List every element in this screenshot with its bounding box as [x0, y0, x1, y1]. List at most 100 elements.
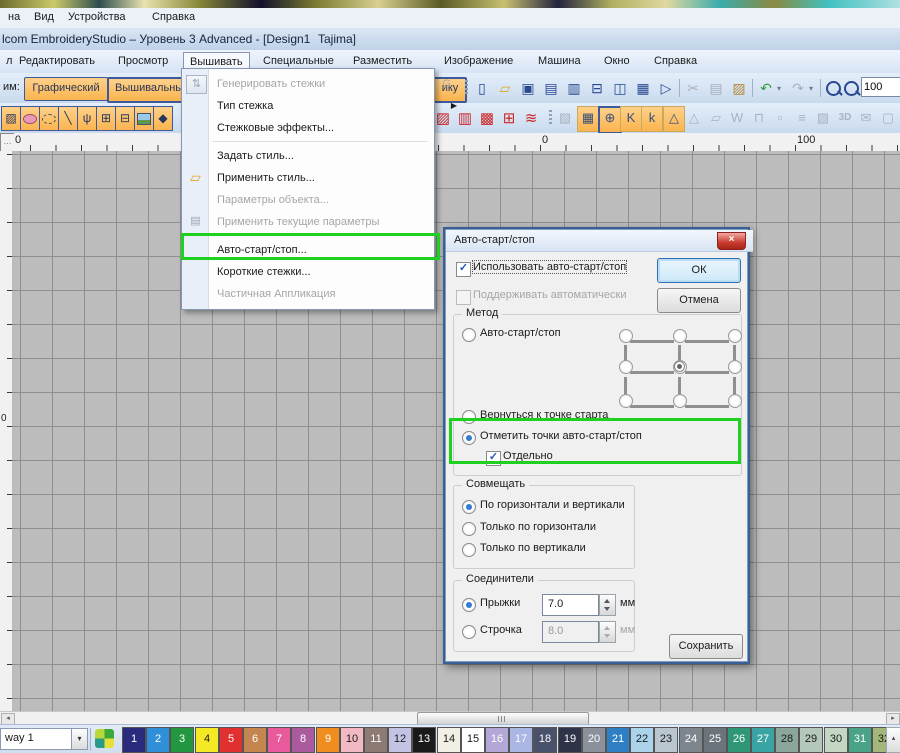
stitch-type-6-icon[interactable]: △ [663, 106, 685, 132]
color-swatch[interactable]: 27 [751, 727, 775, 753]
ok-button[interactable]: ОК [657, 258, 741, 283]
palette-scroll-up-icon[interactable]: ▴ [886, 727, 900, 753]
menu-image[interactable]: Изображение [439, 53, 518, 69]
stitch-type-7-icon[interactable]: △ [684, 106, 704, 130]
use-auto-start-stop-checkbox[interactable]: ✓ [456, 262, 471, 277]
stitch-type-9-icon[interactable]: W [727, 106, 747, 130]
jumps-radio[interactable] [462, 598, 476, 612]
palette-editor-icon[interactable] [95, 729, 114, 748]
jumps-spinner-icon[interactable] [599, 594, 616, 616]
redo-dropdown-icon[interactable]: ▾ [806, 78, 816, 100]
stitch-type-10-icon[interactable]: ⊓ [749, 106, 769, 130]
color-swatch[interactable]: 26 [727, 727, 751, 753]
color-swatch[interactable]: 30 [824, 727, 848, 753]
menu-item-define-style[interactable]: Задать стиль... [183, 145, 465, 167]
color-swatch[interactable]: 13 [412, 727, 436, 753]
dialog-titlebar[interactable]: Авто-старт/стоп [446, 230, 753, 252]
toolbar-grip[interactable] [549, 110, 552, 126]
align-horizontal-radio[interactable] [462, 522, 476, 536]
new-document-icon[interactable]: ▯ [472, 78, 492, 100]
stitch-type-16-icon[interactable]: ▢ [878, 106, 898, 130]
paste-icon[interactable]: ▨ [729, 78, 749, 100]
color-swatch[interactable]: 10 [340, 727, 364, 753]
color-swatch[interactable]: 4 [195, 727, 219, 753]
applique-icon[interactable]: ◆ [153, 106, 173, 131]
stitch-type-13-icon[interactable]: ▨ [813, 106, 833, 130]
color-swatch[interactable]: 9 [316, 727, 340, 753]
color-swatch[interactable]: 28 [775, 727, 799, 753]
menu-item-apply-style[interactable]: ▱ Применить стиль... [183, 167, 465, 189]
menu-arrange[interactable]: Разместить [348, 53, 417, 69]
cancel-button[interactable]: Отмена [657, 288, 741, 313]
menu-item-short-stitches[interactable]: Короткие стежки... [183, 261, 465, 283]
zoom-1to1-icon[interactable] [826, 81, 841, 96]
stitch-type-8-icon[interactable]: ▱ [706, 106, 726, 130]
align-vertical-radio[interactable] [462, 543, 476, 557]
export-machine-file-icon[interactable]: ▥ [564, 78, 584, 100]
anchor-middle-right[interactable] [728, 360, 742, 374]
stitch-type-3-icon[interactable]: ⊕ [598, 106, 622, 134]
undo-icon[interactable]: ↶ [756, 78, 776, 100]
colorway-dropdown-icon[interactable]: ▾ [71, 728, 88, 750]
anchor-top-right[interactable] [728, 329, 742, 343]
color-swatch[interactable]: 14 [437, 727, 461, 753]
zoom-factor-input[interactable] [861, 77, 900, 97]
anchor-top-left[interactable] [619, 329, 633, 343]
stitch-type-12-icon[interactable]: ≡ [792, 106, 812, 130]
color-swatch[interactable]: 3 [170, 727, 194, 753]
stitch-type-2-icon[interactable]: ▦ [577, 106, 599, 132]
undo-dropdown-icon[interactable]: ▾ [774, 78, 784, 100]
color-swatch[interactable]: 15 [461, 727, 485, 753]
send-to-machine-icon[interactable]: ▦ [633, 78, 653, 100]
bg-menu-item-help[interactable]: Справка [152, 11, 195, 23]
jumps-value-input[interactable]: 7.0 [542, 594, 599, 616]
fill-hatch-icon[interactable]: ▨ [1, 106, 21, 131]
color-swatch[interactable]: 23 [654, 727, 678, 753]
color-swatch[interactable]: 22 [630, 727, 654, 753]
color-swatch[interactable]: 25 [703, 727, 727, 753]
needle-penetration-icon[interactable]: ψ [77, 106, 97, 131]
color-swatch[interactable]: 29 [799, 727, 823, 753]
menu-item-stitch-effects[interactable]: Стежковые эффекты... [183, 117, 465, 139]
color-swatch[interactable]: 12 [388, 727, 412, 753]
menu-special[interactable]: Специальные [258, 53, 339, 69]
bg-menu-item[interactable]: на [8, 11, 20, 23]
bg-menu-item-devices[interactable]: Устройства [68, 11, 126, 23]
stitch-player-icon[interactable]: ▷ [656, 78, 676, 100]
open-folder-icon[interactable]: ▱ [495, 78, 515, 100]
stitch-type-15-icon[interactable]: ✉ [856, 106, 876, 130]
ruler-origin-button[interactable]: … [0, 133, 15, 153]
color-swatch[interactable]: 31 [848, 727, 872, 753]
horizontal-scrollbar[interactable]: ◂ ▸ [0, 711, 900, 725]
stitch-type-11-icon[interactable]: ▫ [770, 106, 790, 130]
colorway-select[interactable]: way 1 [0, 728, 76, 750]
print-icon[interactable]: ⊟ [587, 78, 607, 100]
cut-icon[interactable]: ✂ [683, 78, 703, 100]
stitch-grid-icon[interactable]: ⊞ [499, 108, 519, 130]
redo-icon[interactable]: ↷ [788, 78, 808, 100]
anchor-top-center[interactable] [673, 329, 687, 343]
color-swatch[interactable]: 11 [364, 727, 388, 753]
image-icon[interactable] [134, 106, 154, 131]
menu-item-stitch-type[interactable]: Тип стежка ▶ [183, 95, 465, 117]
menu-edit[interactable]: Редактировать [14, 53, 100, 69]
stitch-contour-icon[interactable]: ≋ [521, 108, 541, 130]
print-preview-icon[interactable]: ◫ [610, 78, 630, 100]
digitize-line-icon[interactable]: ╲ [58, 106, 78, 131]
mode-graphic-button[interactable]: Графический [24, 77, 108, 101]
menu-view[interactable]: Просмотр [113, 53, 173, 69]
color-swatch[interactable]: 8 [291, 727, 315, 753]
color-swatch[interactable]: 19 [558, 727, 582, 753]
import-machine-file-icon[interactable]: ▤ [541, 78, 561, 100]
ellipse-filled-icon[interactable] [20, 106, 40, 131]
align-both-radio[interactable] [462, 500, 476, 514]
stitch-fill-icon[interactable]: ▩ [477, 108, 497, 130]
bg-menu-item-vid[interactable]: Вид [34, 11, 54, 23]
color-swatch[interactable]: 7 [267, 727, 291, 753]
save-icon[interactable]: ▣ [518, 78, 538, 100]
ellipse-outline-icon[interactable] [39, 106, 59, 131]
color-swatch[interactable]: 24 [679, 727, 703, 753]
stitch-type-1-icon[interactable]: ▧ [555, 106, 575, 130]
copy-icon[interactable]: ▤ [706, 78, 726, 100]
anchor-bottom-center[interactable] [673, 394, 687, 408]
